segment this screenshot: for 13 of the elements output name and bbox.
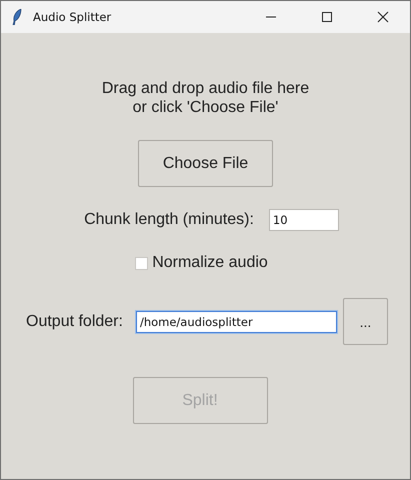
chunk-length-label: Chunk length (minutes):	[84, 211, 254, 229]
choose-file-button[interactable]: Choose File	[138, 140, 273, 187]
chunk-length-field[interactable]: 10	[268, 209, 339, 231]
close-icon[interactable]	[377, 11, 389, 23]
instruction-text: Drag and drop audio file here or click 'Choose File'	[102, 79, 310, 117]
browse-button[interactable]: ...	[342, 298, 388, 345]
normalize-label[interactable]: Normalize audio	[152, 254, 268, 272]
feather-icon	[12, 9, 22, 25]
normalize-checkbox[interactable]	[135, 256, 148, 270]
output-folder-label: Output folder:	[26, 312, 123, 330]
output-folder-field[interactable]: /home/audiosplitter	[136, 310, 337, 332]
maximize-icon[interactable]	[321, 11, 333, 23]
window-title: Audio Splitter	[33, 10, 112, 24]
